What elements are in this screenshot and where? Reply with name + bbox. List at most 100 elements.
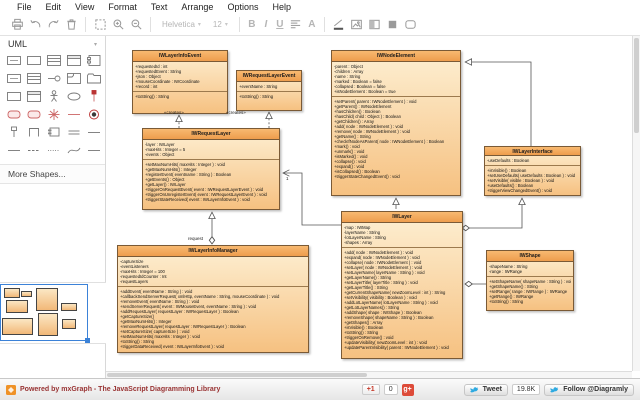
twitter-bird-icon <box>470 386 480 394</box>
class-layer[interactable]: IWLayer-map : IWMap-layerName : String-l… <box>341 211 463 359</box>
class-methods: +toString() : String <box>237 91 301 110</box>
class-info_manager[interactable]: IWLayerInfoManager-captureSize-eventList… <box>117 245 309 353</box>
vertical-scrollbar-thumb[interactable] <box>634 38 639 133</box>
font-family-select[interactable]: Helvetica▾ <box>159 17 204 33</box>
font-color-button[interactable]: A <box>305 16 319 34</box>
uml-rounded-activity-icon[interactable] <box>24 106 43 123</box>
toolbar-separator <box>324 17 325 32</box>
uml-start-node-icon[interactable] <box>4 106 23 123</box>
underline-button[interactable]: U <box>273 16 287 34</box>
rounded-button[interactable] <box>402 16 420 34</box>
tweet-button[interactable]: Tweet <box>464 384 508 396</box>
uml-object-icon[interactable] <box>4 52 23 69</box>
menu-arrange[interactable]: Arrange <box>174 2 220 12</box>
uml-curve-icon[interactable] <box>64 142 83 159</box>
uml-arrow-line-icon[interactable] <box>84 142 103 159</box>
uml-fork-icon[interactable] <box>44 106 63 123</box>
uml-frame-icon[interactable] <box>64 70 83 87</box>
class-member: -shapes : Array <box>344 240 460 245</box>
uml-lollipop-icon[interactable] <box>44 70 63 87</box>
menu-view[interactable]: View <box>68 2 101 12</box>
uml-class-sections-icon[interactable] <box>64 52 83 69</box>
class-methods: +setShapeName( shapeName : String ) : vo… <box>487 276 573 310</box>
horizontal-scrollbar-thumb[interactable] <box>107 373 367 377</box>
class-attributes: -captureSize-eventListeners-maxHits : In… <box>118 257 308 286</box>
powered-by-link[interactable]: Powered by mxGraph - The JavaScript Diag… <box>20 386 220 393</box>
zoom-out-icon[interactable] <box>127 16 145 34</box>
uml-tee-icon[interactable] <box>4 124 23 141</box>
edge-label: 1 <box>286 176 289 181</box>
italic-button[interactable]: I <box>259 16 273 34</box>
class-layer_interface[interactable]: IWLayerInterface-useDefaults : Boolean+i… <box>484 146 581 196</box>
diagram-canvas[interactable]: IWLayerInfoEvent+requestedId : int+reque… <box>106 36 632 371</box>
select-value: Helvetica <box>162 20 195 29</box>
follow-button[interactable]: Follow @Diagramly <box>544 384 634 396</box>
uml-equals-icon[interactable] <box>64 124 83 141</box>
menu-file[interactable]: File <box>10 2 39 12</box>
uml-edge[interactable] <box>466 62 531 146</box>
outline-resize-handle[interactable] <box>85 338 90 343</box>
uml-component2-icon[interactable] <box>44 124 63 141</box>
line-color-button[interactable] <box>330 16 348 34</box>
sidebar-section-uml[interactable]: UML ▾ <box>0 36 105 50</box>
uml-usecase-icon[interactable] <box>64 88 83 105</box>
uml-tab-rect-icon[interactable] <box>24 88 43 105</box>
uml-corner-icon[interactable] <box>24 124 43 141</box>
uml-dashed-line-icon[interactable] <box>24 142 43 159</box>
bold-button[interactable]: B <box>245 16 259 34</box>
print-icon[interactable] <box>8 16 26 34</box>
shadow-button[interactable] <box>384 16 402 34</box>
fill-color-button[interactable] <box>348 16 366 34</box>
menu-text[interactable]: Text <box>144 2 175 12</box>
redo-icon[interactable] <box>44 16 62 34</box>
uml-dotted-line-icon[interactable] <box>44 142 63 159</box>
toolbar-separator <box>150 17 151 32</box>
class-attributes: -layer : IWLayer-maxHits : Integer = 5-e… <box>143 140 279 159</box>
uml-class-icon[interactable] <box>44 52 63 69</box>
googleplus-icon[interactable]: g+ <box>402 384 414 396</box>
toolbar-separator <box>85 17 86 32</box>
font-size-select[interactable]: 12▾ <box>210 17 231 33</box>
class-request_layer_event[interactable]: IWRequestLayerEvent+eventName : String+t… <box>236 70 302 111</box>
shape-palette <box>4 52 102 159</box>
chevron-down-icon: ▾ <box>225 21 228 28</box>
class-shape[interactable]: IWShape-shapeName : String-range : IWRan… <box>486 250 574 311</box>
uml-line2-icon[interactable] <box>4 142 23 159</box>
class-member: -events : Object <box>145 152 277 157</box>
uml-rect-icon[interactable] <box>24 52 43 69</box>
uml-end-node-icon[interactable] <box>84 106 103 123</box>
align-button[interactable] <box>287 16 305 34</box>
menu-edit[interactable]: Edit <box>39 2 69 12</box>
uml-actor-icon[interactable] <box>44 88 63 105</box>
vertical-scrollbar[interactable] <box>632 36 640 371</box>
undo-icon[interactable] <box>26 16 44 34</box>
outline-viewport[interactable] <box>0 284 88 341</box>
class-member: +eventName : String <box>239 84 299 89</box>
class-node_element[interactable]: IWNodeElement-parent : Object-children :… <box>331 50 461 196</box>
delete-icon[interactable] <box>62 16 80 34</box>
uml-divided-rect-icon[interactable] <box>24 70 43 87</box>
class-request_layer[interactable]: IWRequestLayer-layer : IWLayer-maxHits :… <box>142 128 280 210</box>
uml-join-icon[interactable] <box>64 106 83 123</box>
menu-format[interactable]: Format <box>101 2 144 12</box>
gradient-button[interactable] <box>366 16 384 34</box>
plusone-count: 0 <box>384 384 398 395</box>
google-plusone-button[interactable]: +1 <box>362 384 380 395</box>
fit-page-icon[interactable] <box>91 16 109 34</box>
zoom-in-icon[interactable] <box>109 16 127 34</box>
uml-edge[interactable] <box>463 199 522 228</box>
uml-package-icon[interactable] <box>84 70 103 87</box>
class-title: IWLayerInfoEvent <box>133 51 227 62</box>
menu-options[interactable]: Options <box>220 2 265 12</box>
statusbar: Powered by mxGraph - The JavaScript Diag… <box>0 378 640 400</box>
more-shapes-button[interactable]: More Shapes... <box>0 164 105 184</box>
class-info_event[interactable]: IWLayerInfoEvent+requestedId : int+reque… <box>132 50 228 114</box>
uml-title-rect-icon[interactable] <box>4 70 23 87</box>
chevron-down-icon: ▾ <box>198 21 201 28</box>
uml-rect2-icon[interactable] <box>4 88 23 105</box>
horizontal-scrollbar[interactable] <box>106 371 632 378</box>
uml-hline-icon[interactable] <box>84 124 103 141</box>
menu-help[interactable]: Help <box>265 2 298 12</box>
uml-pin-icon[interactable] <box>84 88 103 105</box>
uml-component-icon[interactable] <box>84 52 103 69</box>
